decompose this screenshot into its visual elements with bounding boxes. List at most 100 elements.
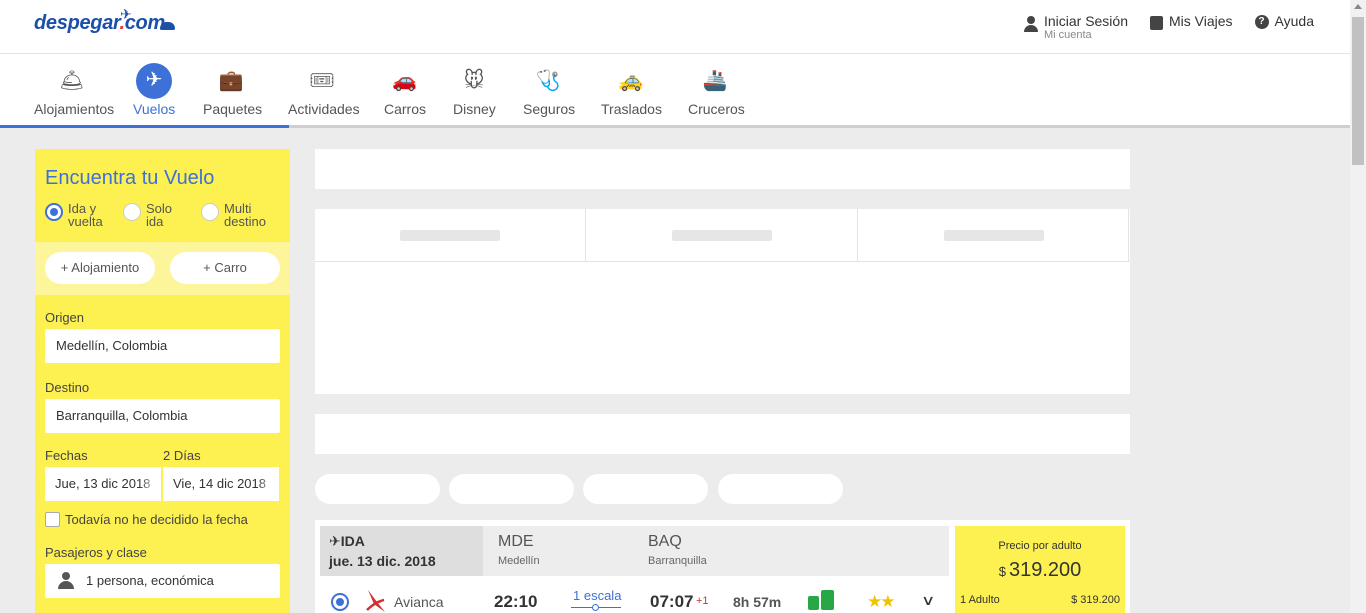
radio-selected-icon[interactable] — [331, 593, 349, 611]
stop-dot-icon — [592, 604, 599, 611]
dates-label: Fechas — [45, 448, 88, 463]
flight-duration: 8h 57m — [733, 594, 782, 610]
search-title: Encuentra tu Vuelo — [45, 167, 215, 189]
scroll-up-arrow-icon[interactable] — [1354, 4, 1362, 9]
price-amount: $319.200 — [998, 559, 1082, 581]
checkbox-icon[interactable] — [45, 512, 60, 527]
filter-chip-placeholder[interactable] — [718, 474, 843, 504]
divider — [1128, 209, 1129, 261]
nav-item-carros[interactable]: 🚗 Carros — [384, 54, 426, 124]
destination-code: BAQ — [648, 533, 682, 550]
breakdown-value: $ 319.200 — [1071, 594, 1120, 606]
leg-date: jue. 13 dic. 2018 — [329, 553, 436, 569]
add-hotel-button[interactable]: + Alojamiento — [45, 252, 155, 284]
nav-active-indicator — [0, 125, 289, 128]
nav-item-seguros[interactable]: 🩺 Seguros — [523, 54, 575, 124]
passengers-value: 1 persona, económica — [86, 573, 214, 588]
return-date-field[interactable]: Vie, 14 dic 2018 — [163, 467, 279, 501]
hotel-bell-icon: 🛎 — [59, 70, 85, 92]
destination-field[interactable]: Barranquilla, Colombia — [45, 399, 280, 433]
tickets-icon: 🎟 — [309, 70, 335, 92]
scrollbar-thumb[interactable] — [1352, 17, 1364, 165]
help-icon: ? — [1254, 15, 1269, 29]
radio-icon — [123, 203, 141, 221]
loading-skeleton — [400, 230, 500, 241]
price-breakdown: 1 Adulto $ 319.200 — [960, 594, 1120, 606]
passengers-label: Pasajeros y clase — [45, 545, 147, 560]
flight-option-row[interactable]: Avianca 22:10 1 escala 07:07 +1 8h 57m ★… — [315, 582, 949, 613]
nav-item-traslados[interactable]: 🚕 Traslados — [601, 54, 662, 124]
my-trips-link[interactable]: Mis Viajes — [1150, 13, 1233, 30]
destination-label: Destino — [45, 380, 90, 395]
stops-link[interactable]: 1 escala — [573, 588, 621, 603]
logo-hat-icon — [160, 22, 175, 30]
login-sublabel: Mi cuenta — [1043, 29, 1092, 41]
product-nav: 🛎 Alojamientos ✈ Vuelos 💼 Paquetes 🎟 Act… — [0, 54, 1350, 128]
trip-type-oneway[interactable]: Solo ida — [123, 202, 201, 228]
arrival-time: 07:07 — [650, 592, 694, 611]
nav-item-vuelos[interactable]: ✈ Vuelos — [133, 54, 175, 124]
carry-on-bag-icon — [808, 596, 819, 610]
medical-kit-icon: 🩺 — [535, 70, 561, 92]
checked-bag-icon — [821, 590, 834, 610]
flight-result-card: ✈IDA jue. 13 dic. 2018 MDE Medellín BAQ … — [315, 520, 1130, 613]
suitcase-icon: 💼 — [218, 70, 244, 92]
days-count-label: 2 Días — [163, 448, 201, 463]
undecided-date-option[interactable]: Todavía no he decidido la fecha — [45, 512, 248, 527]
logo-text: despegar — [34, 12, 120, 34]
divider — [857, 209, 858, 261]
my-trips-label: Mis Viajes — [1169, 13, 1233, 29]
price-label: Precio por adulto — [998, 540, 1082, 552]
trip-type-roundtrip[interactable]: Ida y vuelta — [45, 202, 123, 228]
leg-title: ✈IDA — [329, 533, 365, 549]
placeholder-matrix — [315, 209, 1130, 394]
trip-type-multidestination[interactable]: Multi destino — [201, 202, 281, 228]
nav-item-disney[interactable]: 🐭 Disney — [453, 54, 496, 124]
rating-stars: ★★ — [867, 592, 896, 611]
despegar-logo[interactable]: despegar.com ✈ — [34, 6, 175, 35]
leg-header: ✈IDA jue. 13 dic. 2018 — [320, 526, 483, 576]
origin-code: MDE — [498, 533, 534, 550]
flight-search-panel: Encuentra tu Vuelo Ida y vuelta Solo ida M… — [35, 149, 290, 613]
avianca-logo-icon — [366, 590, 385, 612]
filter-chip-placeholder[interactable] — [315, 474, 440, 504]
login-label: Iniciar Sesión — [1043, 13, 1128, 29]
price-box: Precio por adulto $319.200 1 Adulto $ 31… — [955, 526, 1125, 613]
nav-item-cruceros[interactable]: 🚢 Cruceros — [688, 54, 745, 124]
placeholder-banner — [315, 149, 1130, 189]
breakdown-label: 1 Adulto — [960, 594, 1000, 606]
passengers-field[interactable]: 1 persona, económica — [45, 564, 280, 598]
nav-item-actividades[interactable]: 🎟 Actividades — [288, 54, 360, 124]
user-icon — [1023, 16, 1038, 34]
origin-label: Origen — [45, 310, 85, 325]
page-scrollbar[interactable] — [1350, 0, 1366, 613]
undecided-date-label: Todavía no he decidido la fecha — [65, 512, 248, 527]
loading-skeleton — [944, 230, 1044, 241]
divider — [315, 261, 1130, 262]
logo-plane-icon: ✈ — [120, 6, 132, 22]
origin-field[interactable]: Medellín, Colombia — [45, 329, 280, 363]
add-car-button[interactable]: + Carro — [170, 252, 280, 284]
departure-time: 22:10 — [494, 592, 538, 611]
login-link[interactable]: Iniciar Sesión Mi cuenta — [1023, 13, 1128, 41]
plane-small-icon: ✈ — [329, 533, 341, 549]
departure-date-field[interactable]: Jue, 13 dic 2018 — [45, 467, 161, 501]
radio-selected-icon — [45, 203, 63, 221]
mickey-icon: 🐭 — [463, 70, 485, 92]
nav-item-paquetes[interactable]: 💼 Paquetes — [203, 54, 262, 124]
loading-skeleton — [672, 230, 772, 241]
car-icon: 🚗 — [392, 70, 417, 92]
radio-icon — [201, 203, 219, 221]
help-link[interactable]: ? Ayuda — [1254, 13, 1314, 29]
ship-icon: 🚢 — [702, 70, 728, 92]
filter-chip-placeholder[interactable] — [449, 474, 574, 504]
route-header: ✈IDA jue. 13 dic. 2018 MDE Medellín BAQ … — [320, 526, 949, 576]
destination-city: Barranquilla — [648, 555, 707, 567]
person-icon — [58, 572, 74, 589]
filter-chip-placeholder[interactable] — [583, 474, 708, 504]
airline-name: Avianca — [394, 594, 444, 610]
nav-item-alojamientos[interactable]: 🛎 Alojamientos — [34, 54, 114, 124]
top-header: despegar.com ✈ Iniciar Sesión Mi cuenta … — [0, 0, 1350, 54]
trip-type-group: Ida y vuelta Solo ida Multi destino — [45, 202, 281, 228]
chevron-down-icon[interactable]: ∨ — [921, 592, 935, 609]
